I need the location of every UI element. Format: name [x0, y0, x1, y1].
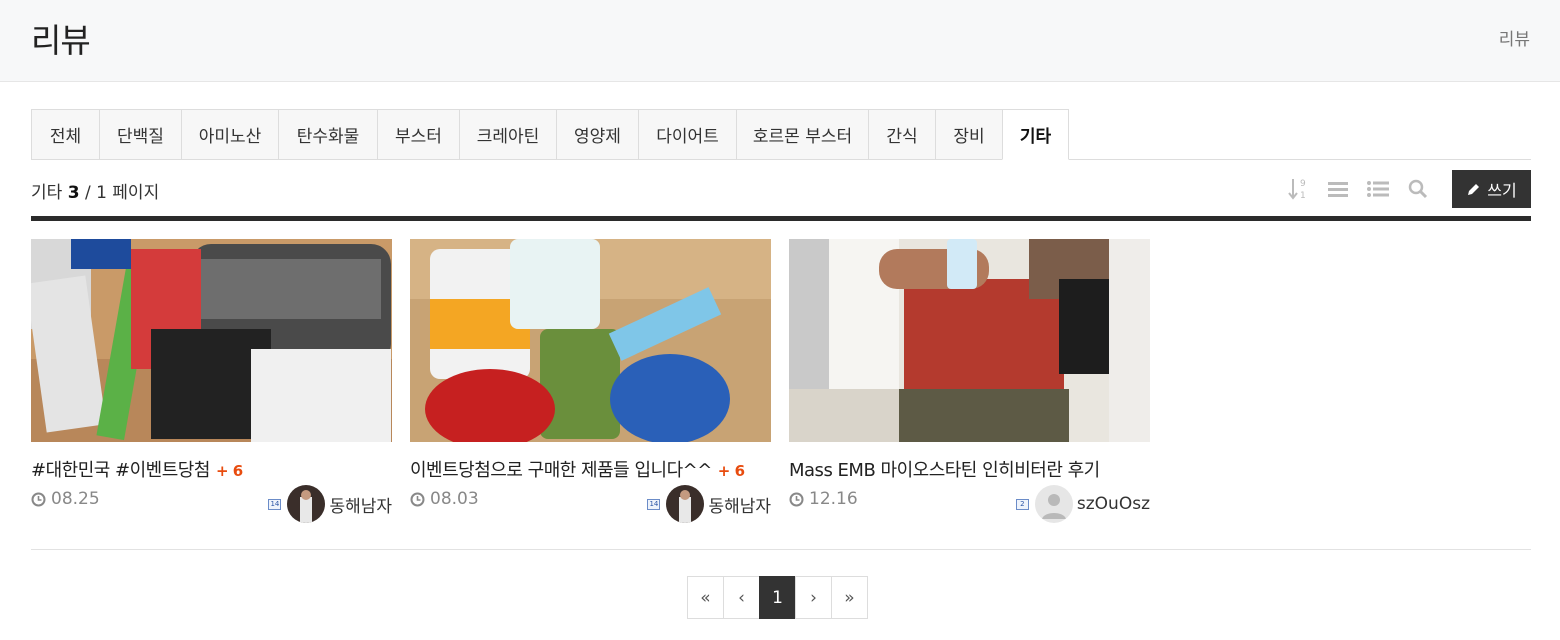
write-label: 쓰기 [1487, 181, 1517, 200]
avatar [1034, 485, 1073, 523]
post-meta: 08.25 14 동해남자 [31, 485, 392, 525]
list-tools: 91 쓰기 [1278, 170, 1531, 208]
post-date: 12.16 [789, 489, 858, 509]
first-page-button[interactable]: « [687, 576, 724, 619]
tab-equipment[interactable]: 장비 [935, 109, 1002, 160]
post-thumbnail[interactable] [789, 239, 1150, 442]
prev-page-button[interactable]: ‹ [723, 576, 760, 619]
post-author[interactable]: 14 동해남자 [647, 485, 771, 523]
post-thumbnail[interactable] [31, 239, 392, 442]
category-tabs: 전체 단백질 아미노산 탄수화물 부스터 크레아틴 영양제 다이어트 호르몬 부… [31, 109, 1531, 160]
search-icon[interactable] [1398, 170, 1438, 208]
tab-creatine[interactable]: 크레아틴 [459, 109, 556, 160]
list-item: 이벤트당첨으로 구매한 제품들 입니다^^ + 6 08.03 14 동해남자 [410, 239, 771, 529]
post-title[interactable]: #대한민국 #이벤트당첨 + 6 [31, 456, 392, 482]
tab-carbohydrate[interactable]: 탄수화물 [278, 109, 377, 160]
list-info-bar: 기타 3 / 1 페이지 91 쓰기 [31, 170, 1531, 212]
tab-hormone-booster[interactable]: 호르몬 부스터 [736, 109, 868, 160]
post-title-text: Mass EMB 마이오스타틴 인히비터란 후기 [789, 460, 1100, 481]
post-title[interactable]: 이벤트당첨으로 구매한 제품들 입니다^^ + 6 [410, 456, 771, 482]
list-view-icon[interactable] [1318, 170, 1358, 208]
author-name: szOuOsz [1076, 494, 1150, 514]
tab-amino-acid[interactable]: 아미노산 [181, 109, 278, 160]
post-date: 08.03 [410, 489, 479, 509]
level-badge: 14 [268, 498, 282, 510]
page-title: 리뷰 [31, 21, 91, 60]
pagination: « ‹ 1 › » [687, 576, 868, 619]
level-badge: 14 [647, 498, 661, 510]
gallery-list: #대한민국 #이벤트당첨 + 6 08.25 14 동해남자 이벤트당첨으로 구… [31, 239, 1150, 529]
post-author[interactable]: 14 동해남자 [268, 485, 392, 523]
breadcrumb[interactable]: 리뷰 [1499, 25, 1530, 50]
post-meta: 08.03 14 동해남자 [410, 485, 771, 525]
avatar [666, 485, 705, 523]
post-author[interactable]: 2 szOuOsz [1015, 485, 1150, 523]
pencil-icon [1468, 183, 1480, 195]
tab-diet[interactable]: 다이어트 [638, 109, 736, 160]
date-text: 12.16 [809, 489, 858, 509]
comment-count: + 6 [215, 462, 243, 480]
date-text: 08.03 [430, 489, 479, 509]
post-title-text: #대한민국 #이벤트당첨 [31, 460, 210, 481]
page-header: 리뷰 리뷰 [0, 0, 1560, 82]
tab-snack[interactable]: 간식 [868, 109, 935, 160]
svg-text:9: 9 [1300, 179, 1306, 189]
post-meta: 12.16 2 szOuOsz [789, 485, 1150, 525]
list-bottom-divider [31, 549, 1531, 550]
tab-protein[interactable]: 단백질 [99, 109, 181, 160]
tab-all[interactable]: 전체 [31, 109, 99, 160]
tab-other[interactable]: 기타 [1002, 109, 1069, 160]
last-page-button[interactable]: » [831, 576, 868, 619]
clock-icon [31, 492, 46, 506]
post-thumbnail[interactable] [410, 239, 771, 442]
write-button[interactable]: 쓰기 [1452, 170, 1531, 208]
post-count: 기타 3 / 1 페이지 [31, 178, 159, 203]
next-page-button[interactable]: › [795, 576, 832, 619]
clock-icon [410, 492, 425, 506]
list-item: Mass EMB 마이오스타틴 인히비터란 후기 12.16 2 szOuOsz [789, 239, 1150, 529]
divider [31, 216, 1531, 221]
comment-count: + 6 [717, 462, 745, 480]
author-name: 동해남자 [708, 496, 771, 517]
level-badge: 2 [1015, 498, 1029, 510]
tab-supplement[interactable]: 영양제 [556, 109, 638, 160]
clock-icon [789, 492, 804, 506]
count-value: 3 [67, 183, 80, 203]
bullet-list-icon[interactable] [1358, 170, 1398, 208]
svg-text:1: 1 [1300, 191, 1306, 201]
category-label: 기타 [31, 183, 63, 203]
sort-icon[interactable]: 91 [1278, 170, 1318, 208]
list-item: #대한민국 #이벤트당첨 + 6 08.25 14 동해남자 [31, 239, 392, 529]
avatar [287, 485, 326, 523]
author-name: 동해남자 [329, 496, 392, 517]
page-text: / 1 페이지 [84, 183, 160, 203]
post-date: 08.25 [31, 489, 100, 509]
current-page[interactable]: 1 [759, 576, 796, 619]
tab-booster[interactable]: 부스터 [377, 109, 459, 160]
post-title[interactable]: Mass EMB 마이오스타틴 인히비터란 후기 [789, 456, 1150, 482]
date-text: 08.25 [51, 489, 100, 509]
post-title-text: 이벤트당첨으로 구매한 제품들 입니다^^ [410, 460, 712, 481]
